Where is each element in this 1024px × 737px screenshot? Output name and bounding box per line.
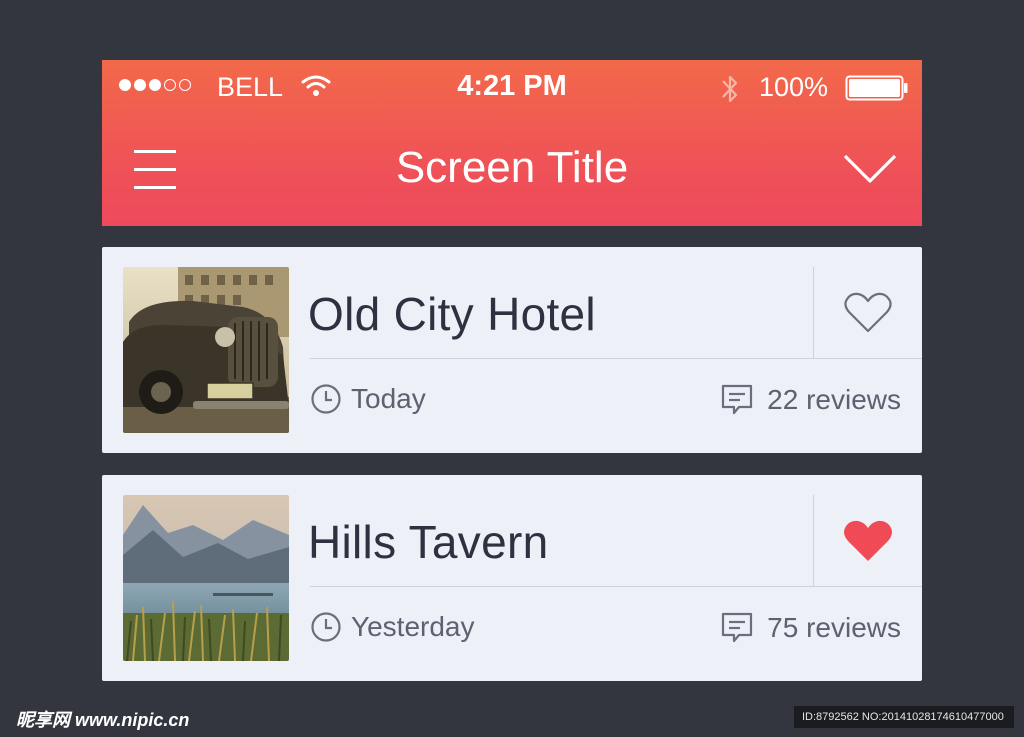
- comment-icon: [722, 612, 753, 643]
- heart-filled-icon: [844, 520, 892, 561]
- item-reviews-label: 75 reviews: [767, 612, 901, 643]
- item-reviews-label: 22 reviews: [767, 384, 901, 415]
- vintage-car-photo: [123, 267, 289, 433]
- watermark-logo: 昵享网 www.nipic.cn: [16, 710, 190, 730]
- list-item[interactable]: Old City Hotel Today 22 reviews: [102, 247, 922, 453]
- watermark-id: ID:8792562 NO:20141028174610477000: [794, 706, 1014, 728]
- item-time: Yesterday: [310, 611, 475, 643]
- list-item[interactable]: Hills Tavern Yesterday 75 reviews: [102, 475, 922, 681]
- screen-title: Screen Title: [395, 143, 629, 192]
- mountain-lake-photo: [123, 495, 289, 661]
- item-time: Today: [310, 383, 426, 415]
- item-reviews[interactable]: 22 reviews: [720, 383, 901, 417]
- bluetooth-icon: [719, 72, 741, 111]
- clock-icon: [311, 612, 341, 642]
- divider: [310, 358, 922, 359]
- item-time-label: Yesterday: [351, 611, 475, 642]
- favorite-button[interactable]: [814, 495, 922, 586]
- item-title[interactable]: Hills Tavern: [308, 515, 549, 569]
- app-header: BELL 4:21 PM 100% Screen Title: [102, 60, 922, 226]
- item-reviews[interactable]: 75 reviews: [720, 611, 901, 645]
- phone-screen: BELL 4:21 PM 100% Screen Title Old City …: [102, 60, 922, 681]
- item-title[interactable]: Old City Hotel: [308, 287, 596, 341]
- favorite-button[interactable]: [814, 267, 922, 358]
- chevron-down-icon[interactable]: [842, 150, 898, 191]
- battery-percent: 100%: [759, 72, 829, 102]
- item-time-label: Today: [351, 383, 426, 414]
- battery-icon: [845, 75, 909, 106]
- heart-outline-icon: [844, 292, 892, 332]
- status-bar: BELL 4:21 PM 100%: [102, 60, 922, 116]
- divider: [310, 586, 922, 587]
- comment-icon: [722, 384, 753, 415]
- clock-icon: [311, 384, 341, 414]
